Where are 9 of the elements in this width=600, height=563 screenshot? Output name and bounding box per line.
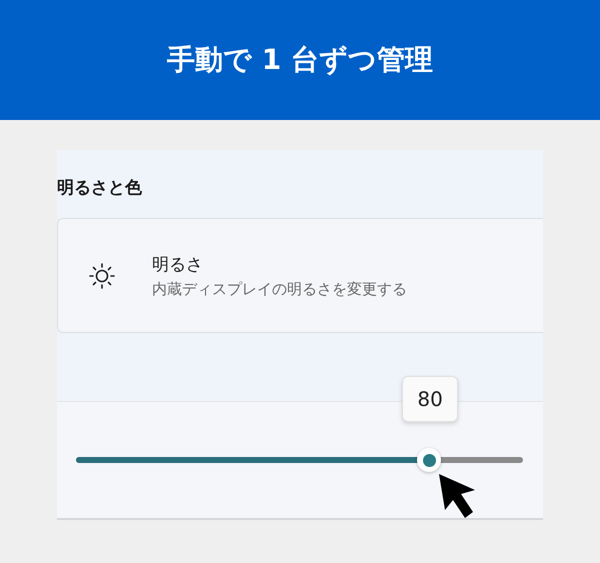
banner-title: 手動で 1 台ずつ管理 [167, 42, 433, 78]
setting-description: 内蔵ディスプレイの明るさを変更する [152, 280, 407, 298]
section-heading: 明るさと色 [57, 177, 143, 200]
setting-title: 明るさ [152, 254, 204, 276]
sun-icon [88, 262, 116, 290]
value-tooltip: 80 [402, 376, 458, 422]
brightness-slider[interactable] [76, 448, 523, 472]
setting-card[interactable]: 明るさ 内蔵ディスプレイの明るさを変更する [57, 218, 543, 333]
slider-thumb[interactable] [417, 448, 442, 472]
